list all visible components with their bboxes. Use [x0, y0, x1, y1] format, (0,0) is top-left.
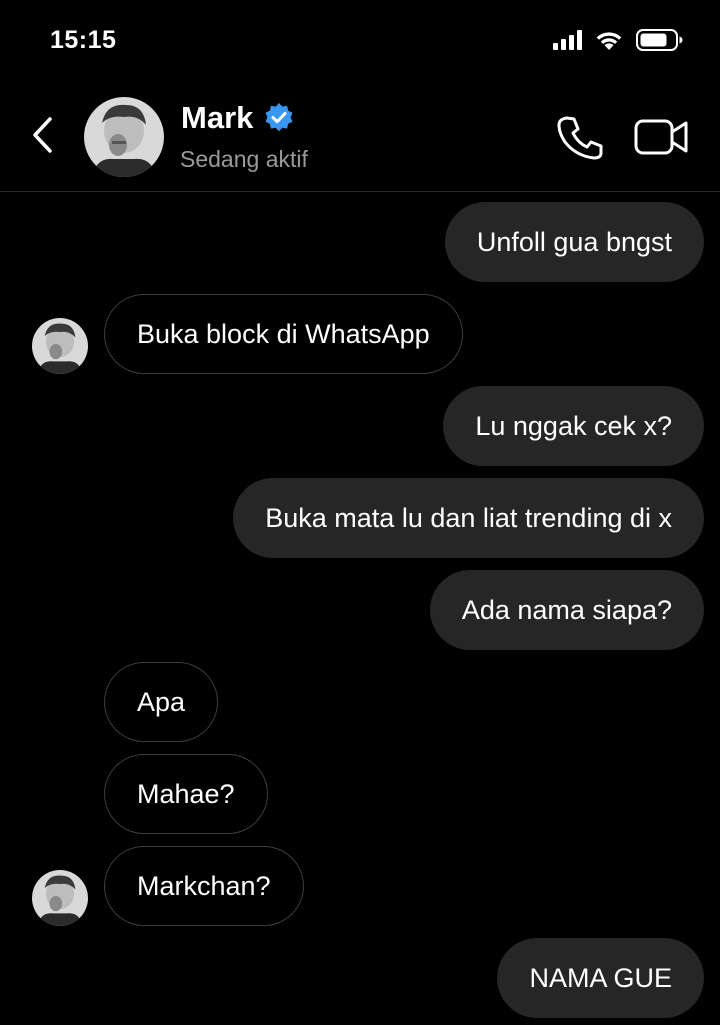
message-bubble-outgoing[interactable]: Lu nggak cek x?	[443, 386, 704, 466]
chevron-left-icon	[33, 117, 52, 153]
status-bar: 15:15	[0, 0, 720, 80]
profile-photo	[32, 870, 88, 926]
message-avatar[interactable]	[32, 870, 88, 926]
status-time: 15:15	[50, 26, 117, 54]
wifi-icon	[594, 29, 624, 51]
message-bubble-incoming[interactable]: Apa	[104, 662, 219, 742]
profile-photo	[32, 318, 88, 374]
phone-icon	[557, 116, 603, 160]
cellular-signal-icon	[553, 30, 582, 50]
message-bubble-outgoing[interactable]: Buka mata lu dan liat trending di x	[233, 478, 704, 558]
message-bubble-incoming[interactable]: Markchan?	[104, 846, 304, 926]
message-bubble-outgoing[interactable]: Ada nama siapa?	[429, 570, 704, 650]
audio-call-button[interactable]	[556, 115, 604, 161]
message-bubble-outgoing[interactable]: NAMA GUE	[497, 938, 704, 1018]
video-camera-icon	[634, 119, 688, 155]
message-bubble-incoming[interactable]: Mahae?	[104, 754, 268, 834]
contact-status: Sedang aktif	[180, 146, 308, 172]
verified-badge-icon	[265, 103, 293, 132]
contact-name-row[interactable]: Mark	[181, 100, 295, 136]
contact-avatar[interactable]	[84, 97, 164, 177]
profile-photo	[84, 97, 164, 177]
chat-header: Mark Sedang aktif	[0, 80, 720, 192]
message-bubble-incoming[interactable]: Buka block di WhatsApp	[104, 294, 463, 374]
message-avatar[interactable]	[32, 318, 88, 374]
battery-icon	[636, 28, 684, 52]
contact-name: Mark	[181, 100, 254, 135]
video-call-button[interactable]	[634, 117, 690, 157]
status-icons	[553, 28, 684, 52]
message-bubble-outgoing[interactable]: Unfoll gua bngst	[444, 202, 704, 282]
back-button[interactable]	[24, 110, 60, 160]
